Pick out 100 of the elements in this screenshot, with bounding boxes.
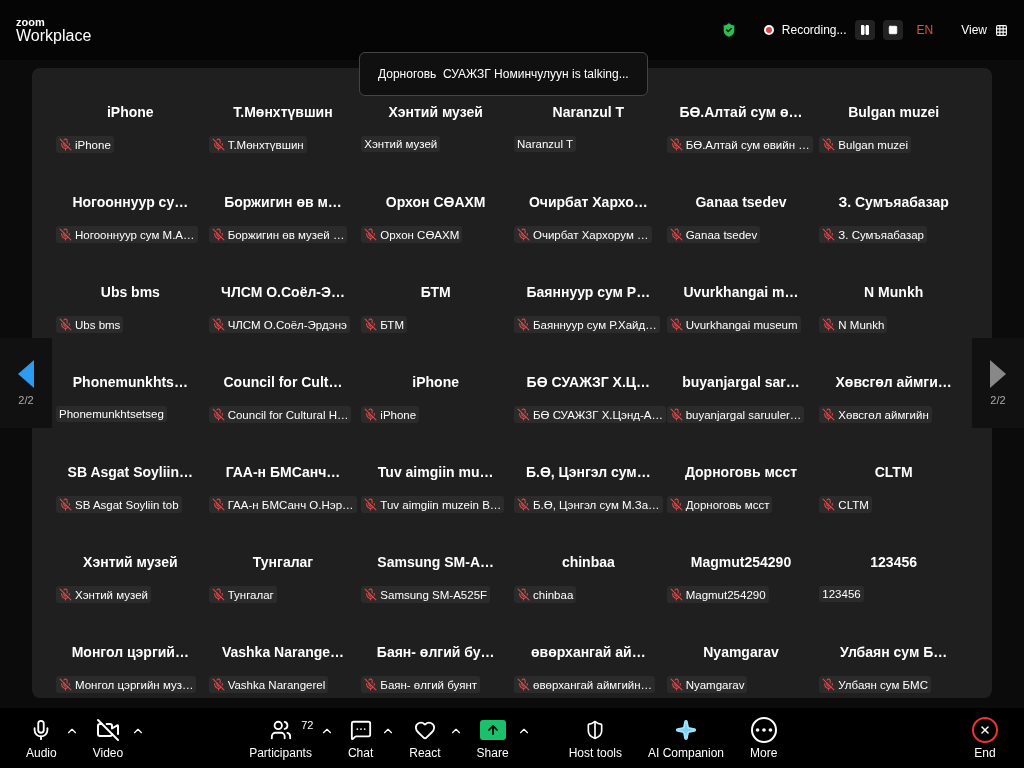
participant-label: N Munkh <box>819 316 888 333</box>
muted-mic-icon <box>669 228 683 241</box>
participant-label: өвөрхангай аймгийн… <box>514 676 656 693</box>
people-icon <box>269 718 292 741</box>
share-button[interactable]: Share <box>470 716 515 760</box>
participant-name: Тунгалаг <box>252 553 314 572</box>
participant-label: chinbaa <box>514 586 577 603</box>
participant-label: Samsung SM-A525F <box>361 586 491 603</box>
shield-icon <box>585 719 606 740</box>
participant-name: Nyamgarav <box>703 643 779 662</box>
page-indicator: 2/2 <box>990 394 1006 406</box>
share-icon <box>479 719 506 740</box>
muted-mic-icon <box>822 498 836 511</box>
participant-name: Ubs bms <box>100 283 160 302</box>
muted-mic-icon <box>669 498 683 511</box>
chat-button[interactable]: Chat <box>341 716 380 760</box>
participant-name: өвөрхангай ай… <box>531 643 646 662</box>
participant-label: Uvurkhangai museum <box>666 316 801 333</box>
stop-icon <box>887 25 898 35</box>
participant-label: БӨ СУАЖЗГ Х.Цэнд-А… <box>514 406 666 423</box>
participant-name: ГАА-н БМСанч… <box>225 463 341 482</box>
muted-mic-icon <box>364 408 378 421</box>
end-button[interactable]: End <box>966 716 1004 760</box>
participant-label: Тунгалаг <box>208 586 277 603</box>
sparkle-icon <box>675 718 697 741</box>
participant-name: Улбаян сум Б… <box>840 643 948 662</box>
participant-label: Очирбат Хархорум … <box>514 226 652 243</box>
participant-label: ГАА-н БМСанч О.Нэр… <box>208 496 357 513</box>
next-page-icon[interactable] <box>990 360 1006 388</box>
participant-label: Bulgan muzei <box>819 136 911 153</box>
participant-name: Council for Cult… <box>223 373 343 392</box>
muted-mic-icon <box>822 228 836 241</box>
view-button[interactable]: View <box>961 23 1008 37</box>
participant-label: buyanjargal saruuler… <box>666 406 805 423</box>
chat-icon <box>349 718 372 741</box>
more-button[interactable]: More <box>744 716 784 760</box>
muted-mic-icon <box>669 318 683 331</box>
participant-name: ЧЛСМ О.Соёл-Э… <box>221 283 345 302</box>
react-button[interactable]: React <box>403 716 447 760</box>
host-button[interactable]: Host tools <box>562 716 628 760</box>
participant-name: Samsung SM-A… <box>377 553 494 572</box>
participant-name: N Munkh <box>864 283 924 302</box>
participant-label: CLTM <box>819 496 872 513</box>
participant-name: БӨ.Алтай сум ө… <box>679 103 803 122</box>
muted-mic-icon <box>822 408 836 421</box>
participant-label: БӨ.Алтай сум өвийн … <box>666 136 813 153</box>
participant-name: Боржигин өв м… <box>224 193 342 212</box>
participant-name: З. Сумъяабазар <box>838 193 949 212</box>
participant-name: Т.Мөнхтүвшин <box>233 103 333 122</box>
muted-mic-icon <box>822 678 836 691</box>
participant-label: Council for Cultural H… <box>208 406 352 423</box>
video-button[interactable]: Video <box>86 716 130 760</box>
participants-button[interactable]: 72 Participants <box>243 716 318 760</box>
pause-button[interactable] <box>854 20 875 40</box>
participant-label: Phonemunkhtsetseg <box>56 406 167 422</box>
participant-label: Ногооннуур сум М.А… <box>56 226 198 243</box>
participant-label: Дорноговь мсст <box>666 496 773 513</box>
muted-mic-icon <box>822 318 836 331</box>
participant-name: Баян- өлгий бу… <box>376 643 495 662</box>
page-indicator: 2/2 <box>18 394 34 406</box>
participant-label: Ubs bms <box>56 316 124 333</box>
end-icon <box>972 716 998 743</box>
participant-name: Б.Ө, Цэнгэл сум… <box>525 463 651 482</box>
participant-label: Улбаян сум БМС <box>819 676 931 693</box>
ai-button[interactable]: AI Companion <box>642 716 731 760</box>
muted-mic-icon <box>517 678 530 691</box>
muted-mic-icon <box>59 228 72 241</box>
pause-icon <box>858 24 871 36</box>
recording-dot-icon <box>763 25 774 35</box>
participant-label: Б.Ө, Цэнгэл сум М.За… <box>514 496 663 513</box>
participant-label: iPhone <box>56 136 114 153</box>
participant-name: БТМ <box>420 283 451 302</box>
muted-mic-icon <box>59 138 72 151</box>
stop-button[interactable] <box>882 20 903 40</box>
participant-label: 123456 <box>819 586 864 602</box>
recording-status: Recording... <box>781 23 847 37</box>
participant-label: Баян- өлгий буянт <box>361 676 481 693</box>
previous-page-icon[interactable] <box>18 360 34 388</box>
participant-name: SB Asgat Soyliin… <box>67 463 194 482</box>
muted-mic-icon <box>364 498 378 511</box>
muted-mic-icon <box>211 498 225 511</box>
participant-label: iPhone <box>361 406 420 423</box>
language-label[interactable]: EN <box>916 23 934 37</box>
muted-mic-icon <box>517 498 530 511</box>
participant-name: iPhone <box>412 373 459 392</box>
participant-name: CLTM <box>874 463 913 482</box>
audio-button[interactable]: Audio <box>20 716 63 760</box>
muted-mic-icon <box>669 588 683 601</box>
participant-name: Монгол цэргий… <box>71 643 189 662</box>
muted-mic-icon <box>822 138 836 151</box>
muted-mic-icon <box>364 678 378 691</box>
participant-label: Хэнтий музей <box>361 136 441 152</box>
participant-label: З. Сумъяабазар <box>819 226 927 243</box>
muted-mic-icon <box>669 678 683 691</box>
participant-name: Magmut254290 <box>690 553 792 572</box>
muted-mic-icon <box>517 588 530 601</box>
participant-label: ЧЛСМ О.Соёл-Эрдэнэ <box>208 316 350 333</box>
muted-mic-icon <box>211 678 225 691</box>
video-off-icon <box>95 717 120 742</box>
muted-mic-icon <box>364 318 378 331</box>
